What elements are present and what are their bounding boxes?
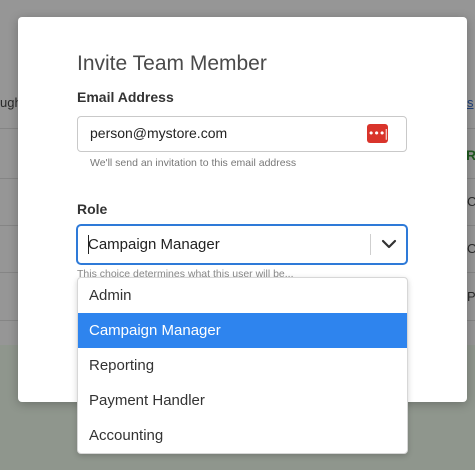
role-label: Role xyxy=(77,201,108,217)
role-option-admin[interactable]: Admin xyxy=(78,278,407,313)
role-select[interactable]: Campaign Manager xyxy=(77,225,407,264)
role-option-payment-handler[interactable]: Payment Handler xyxy=(78,383,407,418)
background-cell: P xyxy=(467,289,475,304)
background-link: s xyxy=(467,95,474,110)
role-option-accounting[interactable]: Accounting xyxy=(78,418,407,453)
email-label: Email Address xyxy=(77,89,174,105)
chevron-down-icon[interactable] xyxy=(378,231,400,257)
role-option-reporting[interactable]: Reporting xyxy=(78,348,407,383)
background-column-header: R xyxy=(466,147,475,163)
role-dropdown-menu: Admin Campaign Manager Reporting Payment… xyxy=(77,277,408,454)
background-cell: O xyxy=(467,241,475,256)
select-separator xyxy=(370,234,371,255)
password-manager-icon[interactable]: •••| xyxy=(367,124,388,143)
email-field[interactable]: person@mystore.com •••| xyxy=(77,116,407,152)
role-selected-value: Campaign Manager xyxy=(88,236,220,253)
role-option-campaign-manager[interactable]: Campaign Manager xyxy=(78,313,407,348)
modal-title: Invite Team Member xyxy=(77,52,267,75)
email-value: person@mystore.com xyxy=(90,125,228,141)
background-cell: C xyxy=(467,194,475,209)
email-helper-text: We'll send an invitation to this email a… xyxy=(90,157,297,169)
